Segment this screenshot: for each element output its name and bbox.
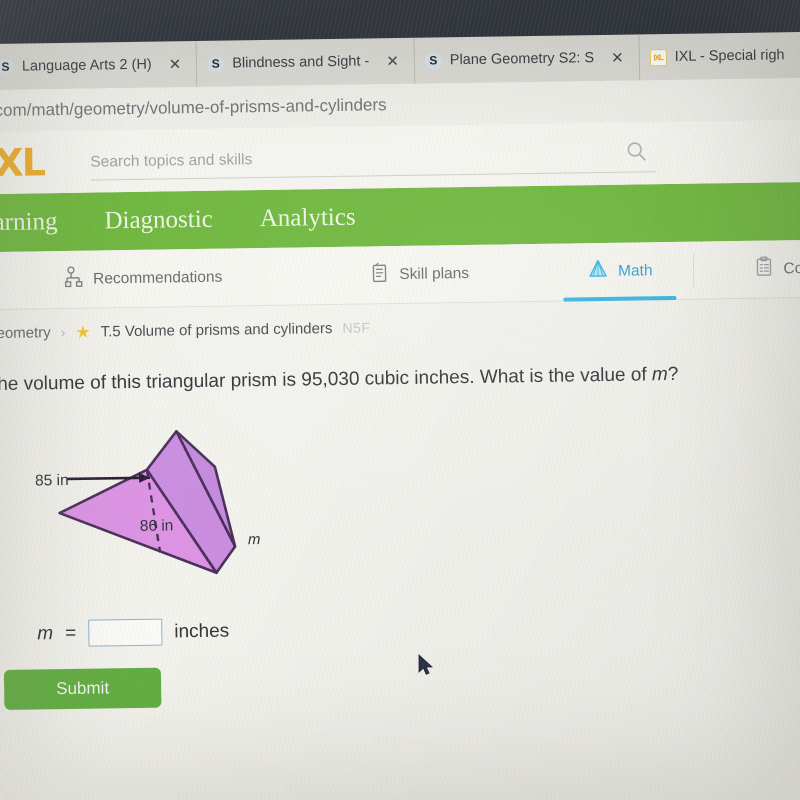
answer-variable: m bbox=[37, 622, 54, 644]
mouse-pointer-icon bbox=[418, 654, 436, 683]
tab-close-icon[interactable]: ✕ bbox=[377, 52, 408, 70]
tab-title: IXL - Special righ bbox=[674, 47, 785, 65]
subnav-label: Com bbox=[783, 259, 800, 277]
question-text-after: ? bbox=[667, 363, 679, 386]
nav-item-diagnostic[interactable]: Diagnostic bbox=[104, 206, 213, 236]
browser-tab-0[interactable]: S Language Arts 2 (H) ✕ bbox=[0, 41, 197, 90]
search-icon[interactable] bbox=[625, 140, 647, 167]
ixl-icon: IXL bbox=[649, 48, 667, 66]
label-base: 86 in bbox=[139, 517, 174, 535]
tab-close-icon[interactable]: ✕ bbox=[160, 55, 191, 73]
subnav-label: Skill plans bbox=[399, 264, 470, 283]
nav-item-analytics[interactable]: Analytics bbox=[260, 204, 356, 233]
answer-equals: = bbox=[65, 622, 77, 644]
tab-title: Plane Geometry S2: S bbox=[449, 50, 595, 69]
subnav-divider bbox=[692, 253, 695, 288]
question-body: The volume of this triangular prism is 9… bbox=[0, 344, 800, 710]
browser-tab-2[interactable]: S Plane Geometry S2: S ✕ bbox=[413, 34, 640, 84]
clipboard-icon bbox=[754, 255, 774, 282]
breadcrumb-skill: T.5 Volume of prisms and cylinders bbox=[100, 319, 333, 340]
browser-window: S Language Arts 2 (H) ✕ S Blindness and … bbox=[0, 0, 800, 800]
schoology-icon: S bbox=[207, 55, 225, 73]
question-text-before: The volume of this triangular prism is 9… bbox=[0, 364, 653, 396]
label-length: m bbox=[247, 531, 261, 549]
browser-tab-3[interactable]: IXL IXL - Special righ bbox=[638, 32, 791, 81]
ixl-logo[interactable]: XL bbox=[0, 140, 45, 186]
submit-button[interactable]: Submit bbox=[3, 667, 162, 710]
chevron-right-icon: › bbox=[60, 323, 66, 341]
ixl-page: XL Search topics and skills Learning Dia… bbox=[0, 119, 800, 800]
tab-close-icon[interactable]: ✕ bbox=[602, 49, 633, 67]
secondary-nav: Recommendations Skill plans Math Com bbox=[0, 239, 800, 311]
recommendations-icon bbox=[64, 266, 84, 293]
prism-svg bbox=[58, 430, 237, 575]
breadcrumb-subject[interactable]: Geometry bbox=[0, 324, 51, 342]
triangular-prism-diagram: 85 in 86 in m bbox=[0, 404, 409, 605]
math-prism-icon bbox=[587, 258, 609, 285]
answer-row: m = inches bbox=[0, 609, 800, 648]
label-height: 85 in bbox=[34, 471, 69, 490]
subnav-tab-math[interactable]: Math bbox=[587, 242, 653, 301]
browser-tab-1[interactable]: S Blindness and Sight - ✕ bbox=[195, 37, 415, 88]
search-input[interactable]: Search topics and skills bbox=[90, 151, 252, 171]
search-bar[interactable]: Search topics and skills bbox=[90, 136, 656, 181]
photo-of-screen: S Language Arts 2 (H) ✕ S Blindness and … bbox=[0, 0, 800, 800]
logo-xl-text: XL bbox=[0, 140, 45, 186]
nav-item-learning[interactable]: Learning bbox=[0, 208, 58, 237]
question-variable: m bbox=[651, 364, 668, 386]
skill-code: N5F bbox=[342, 319, 371, 336]
url-text: xl.com/math/geometry/volume-of-prisms-an… bbox=[0, 95, 387, 121]
answer-input[interactable] bbox=[88, 618, 163, 647]
height-arrow-line bbox=[67, 476, 151, 481]
answer-unit: inches bbox=[174, 620, 230, 642]
schoology-icon: S bbox=[0, 58, 15, 76]
subnav-label: Math bbox=[617, 261, 653, 280]
subnav-tab-skill-plans[interactable]: Skill plans bbox=[370, 244, 470, 303]
star-icon[interactable]: ★ bbox=[75, 322, 91, 341]
schoology-icon: S bbox=[424, 51, 442, 70]
skill-plans-icon bbox=[370, 261, 390, 288]
subnav-tab-com[interactable]: Com bbox=[754, 239, 800, 298]
ixl-header: XL Search topics and skills bbox=[0, 119, 800, 195]
tab-title: Language Arts 2 (H) bbox=[21, 56, 152, 75]
subnav-tab-recommendations[interactable]: Recommendations bbox=[64, 248, 223, 308]
subnav-label: Recommendations bbox=[92, 268, 223, 288]
tab-title: Blindness and Sight - bbox=[232, 53, 370, 72]
question-text: The volume of this triangular prism is 9… bbox=[0, 362, 800, 396]
